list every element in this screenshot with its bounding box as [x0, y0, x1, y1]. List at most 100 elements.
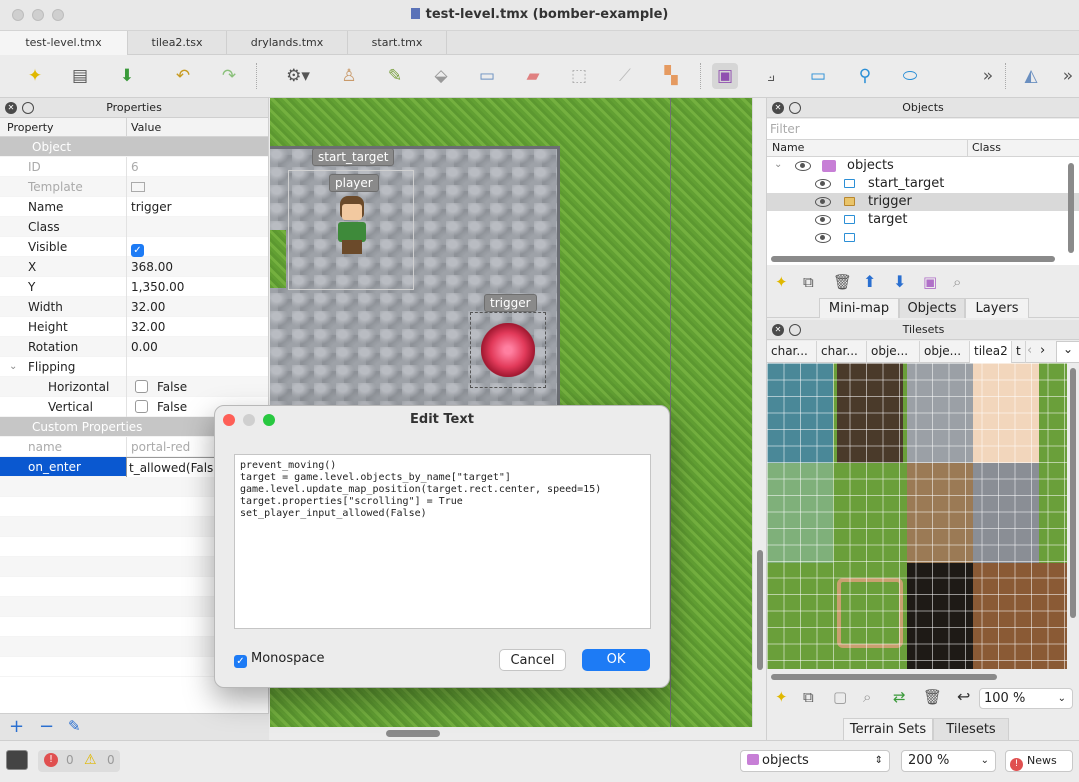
tileset-tab[interactable]: char... — [767, 341, 817, 363]
new-tileset-icon[interactable]: ✦ — [775, 688, 788, 706]
property-row-rotation[interactable]: Rotation 0.00 — [0, 337, 268, 357]
tab-objects[interactable]: Objects — [899, 298, 965, 318]
export-tileset-icon[interactable]: ▢ — [833, 688, 847, 706]
trigger-selection-box[interactable] — [470, 312, 546, 388]
property-value[interactable]: 0.00 — [131, 337, 158, 357]
tab-layers[interactable]: Layers — [965, 298, 1029, 318]
chevron-down-icon[interactable]: ⌄ — [1056, 341, 1079, 363]
news-button[interactable]: ! News — [1005, 750, 1073, 772]
redo-icon[interactable]: ↷ — [216, 63, 242, 89]
property-value[interactable]: portal-red — [131, 437, 190, 457]
group-object[interactable]: Object — [0, 137, 268, 157]
select-same-tile-icon[interactable]: ▚ — [658, 63, 684, 89]
more-tools-icon-2[interactable]: » — [1055, 63, 1079, 89]
script-text-editor[interactable]: prevent_moving() target = game.level.obj… — [234, 454, 651, 629]
property-row-visible[interactable]: Visible ✓ — [0, 237, 268, 257]
tab-start[interactable]: start.tmx — [348, 31, 447, 55]
open-file-icon[interactable]: ▤ — [67, 63, 93, 89]
close-panel-icon[interactable]: ✕ — [772, 324, 784, 336]
property-row-width[interactable]: Width 32.00 — [0, 297, 268, 317]
tileset-tab-active[interactable]: tilea2 — [970, 341, 1012, 363]
undo-icon[interactable]: ↶ — [170, 63, 196, 89]
terrain-brush-icon[interactable]: ✎ — [382, 63, 408, 89]
tab-tilea2[interactable]: tilea2.tsx — [128, 31, 227, 55]
edit-polygons-icon[interactable]: ⟓ — [758, 63, 784, 89]
object-row-unnamed[interactable] — [767, 229, 1079, 247]
move-down-icon[interactable]: ⬇ — [893, 272, 906, 291]
tileset-view[interactable] — [767, 363, 1067, 669]
property-value[interactable]: 1,350.00 — [131, 277, 184, 297]
insert-rectangle-icon[interactable]: ▭ — [805, 63, 831, 89]
tab-minimap[interactable]: Mini-map — [819, 298, 899, 318]
dynamic-wrapping-icon[interactable]: ⇄ — [893, 688, 906, 706]
magic-wand-icon[interactable]: ⟋ — [612, 63, 638, 89]
start-target-label[interactable]: start_target — [312, 148, 395, 166]
property-row-x[interactable]: X 368.00 — [0, 257, 268, 277]
more-tools-icon[interactable]: » — [975, 63, 1001, 89]
rename-property-icon[interactable]: ✎ — [68, 717, 81, 735]
eye-icon[interactable] — [815, 233, 831, 243]
trash-icon[interactable]: 🗑 — [833, 273, 852, 291]
property-row-class[interactable]: Class — [0, 217, 268, 237]
map-vertical-scrollbar[interactable] — [752, 98, 766, 727]
float-panel-icon[interactable] — [22, 102, 34, 114]
trigger-label[interactable]: trigger — [484, 294, 537, 312]
save-icon[interactable]: ⬇ — [114, 63, 140, 89]
zoom-select[interactable]: 200 % ⌄ — [901, 750, 996, 772]
float-panel-icon[interactable] — [789, 102, 801, 114]
remove-tileset-icon[interactable]: 🗑 — [923, 688, 942, 706]
column-property[interactable]: Property — [7, 121, 54, 134]
tab-terrain-sets[interactable]: Terrain Sets — [843, 718, 933, 740]
insert-point-icon[interactable]: ⚲ — [852, 63, 878, 89]
shape-fill-icon[interactable]: ▭ — [474, 63, 500, 89]
property-row-height[interactable]: Height 32.00 — [0, 317, 268, 337]
eraser-icon[interactable]: ▰ — [520, 63, 546, 89]
close-panel-icon[interactable]: ✕ — [772, 102, 784, 114]
chevron-down-icon[interactable]: ⌄ — [774, 157, 782, 174]
tiles-vertical-scrollbar[interactable] — [1070, 368, 1076, 618]
eye-icon[interactable] — [815, 215, 831, 225]
eye-icon[interactable] — [815, 179, 831, 189]
tab-tilesets[interactable]: Tilesets — [933, 718, 1009, 740]
issues-button[interactable]: ! 0 ⚠ 0 — [38, 750, 120, 772]
stamp-brush-icon[interactable]: ♙ — [336, 63, 362, 89]
horizontal-checkbox[interactable] — [135, 380, 148, 393]
red-portal-sprite[interactable] — [481, 323, 535, 377]
eye-icon[interactable] — [815, 197, 831, 207]
map-horizontal-scrollbar[interactable] — [270, 727, 752, 740]
property-value[interactable]: 32.00 — [131, 297, 165, 317]
property-value[interactable]: trigger — [131, 197, 172, 217]
cancel-button[interactable]: Cancel — [499, 649, 566, 671]
return-icon[interactable]: ↩ — [957, 687, 970, 706]
edit-tileset-icon[interactable]: ⌕ — [863, 688, 871, 706]
objects-vertical-scrollbar[interactable] — [1068, 163, 1074, 253]
new-file-icon[interactable]: ✦ — [22, 63, 48, 89]
chevron-left-icon[interactable]: ‹ — [1027, 343, 1032, 358]
float-panel-icon[interactable] — [789, 324, 801, 336]
add-object-icon[interactable]: ✦ — [775, 273, 788, 291]
close-panel-icon[interactable]: ✕ — [5, 102, 17, 114]
monospace-option[interactable]: ✓ Monospace — [234, 651, 325, 668]
objects-filter-input[interactable]: Filter — [767, 119, 1079, 140]
layer-row-objects[interactable]: ⌄ objects — [767, 157, 1079, 175]
property-value[interactable]: 32.00 — [131, 317, 165, 337]
command-icon[interactable]: ⚙▾ — [278, 63, 318, 89]
embed-tileset-icon[interactable]: ⧉ — [803, 688, 814, 706]
object-row-trigger[interactable]: trigger — [767, 193, 1079, 211]
player-label[interactable]: player — [329, 174, 379, 192]
chevron-right-icon[interactable]: › — [1040, 343, 1045, 358]
property-row-flipping[interactable]: ⌄ Flipping — [0, 357, 268, 377]
tileset-zoom-select[interactable]: 100 % ⌄ — [979, 688, 1073, 709]
console-icon[interactable] — [6, 750, 28, 770]
select-objects-icon[interactable]: ▣ — [712, 63, 738, 89]
tileset-tab[interactable]: obje... — [920, 341, 970, 363]
layer-select[interactable]: objects ⇕ — [740, 750, 890, 772]
chevron-down-icon[interactable]: ⌄ — [9, 357, 17, 377]
visible-checkbox[interactable]: ✓ — [131, 244, 144, 257]
tileset-tab[interactable]: t — [1012, 341, 1026, 363]
property-row-template[interactable]: Template — [0, 177, 268, 197]
property-row-y[interactable]: Y 1,350.00 — [0, 277, 268, 297]
column-class[interactable]: Class — [972, 140, 1001, 156]
eye-icon[interactable] — [795, 161, 811, 171]
tab-test-level[interactable]: test-level.tmx — [0, 31, 128, 55]
